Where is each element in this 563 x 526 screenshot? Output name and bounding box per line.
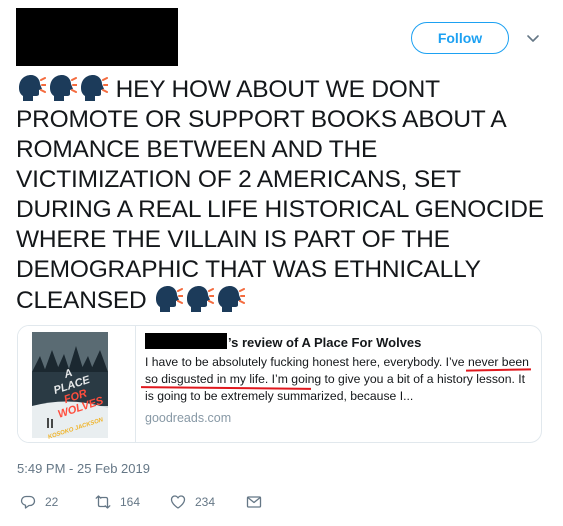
tweet-text-body: PROMOTE OR SUPPORT BOOKS ABOUT A ROMANCE… — [16, 106, 544, 283]
card-body: ’s review of A Place For Wolves I have t… — [145, 333, 535, 425]
reply-count: 22 — [45, 495, 59, 509]
tweet-timestamp[interactable]: 5:49 PM - 25 Feb 2019 — [17, 461, 150, 476]
tweet-text: HEY HOW ABOUT WE DONT PROMOTE OR SUPPORT… — [16, 74, 551, 316]
chevron-down-icon[interactable] — [525, 30, 541, 46]
redacted-user-info — [16, 8, 178, 66]
speaking-head-icon — [16, 74, 47, 102]
tweet-text-last: CLEANSED — [16, 287, 147, 314]
like-action[interactable]: 234 — [170, 492, 215, 512]
heart-icon — [170, 495, 186, 509]
link-preview-card[interactable]: A PLACE FOR WOLVES KOSOKO JACKSON ’s rev… — [17, 325, 542, 443]
retweet-icon — [95, 495, 111, 509]
tweet-text-line1: HEY HOW ABOUT WE DONT — [115, 76, 440, 103]
card-domain: goodreads.com — [145, 411, 232, 425]
reply-action[interactable]: 22 — [20, 492, 58, 512]
reply-icon — [20, 495, 36, 509]
envelope-icon — [246, 496, 262, 508]
speaking-head-icon — [153, 285, 185, 313]
message-action[interactable] — [246, 492, 262, 512]
speaking-head-icon — [215, 285, 247, 313]
follow-button[interactable]: Follow — [411, 22, 509, 54]
retweet-action[interactable]: 164 — [95, 492, 140, 512]
speaking-head-icon — [47, 74, 78, 102]
speaking-head-icon — [184, 285, 216, 313]
redacted-reviewer-name — [145, 333, 227, 349]
card-description: I have to be absolutely fucking honest h… — [145, 355, 529, 403]
card-title: ’s review of A Place For Wolves — [145, 333, 535, 352]
speaking-head-icon — [78, 74, 109, 102]
like-count: 234 — [195, 495, 216, 509]
retweet-count: 164 — [120, 495, 141, 509]
book-cover-image: A PLACE FOR WOLVES KOSOKO JACKSON — [18, 326, 136, 442]
